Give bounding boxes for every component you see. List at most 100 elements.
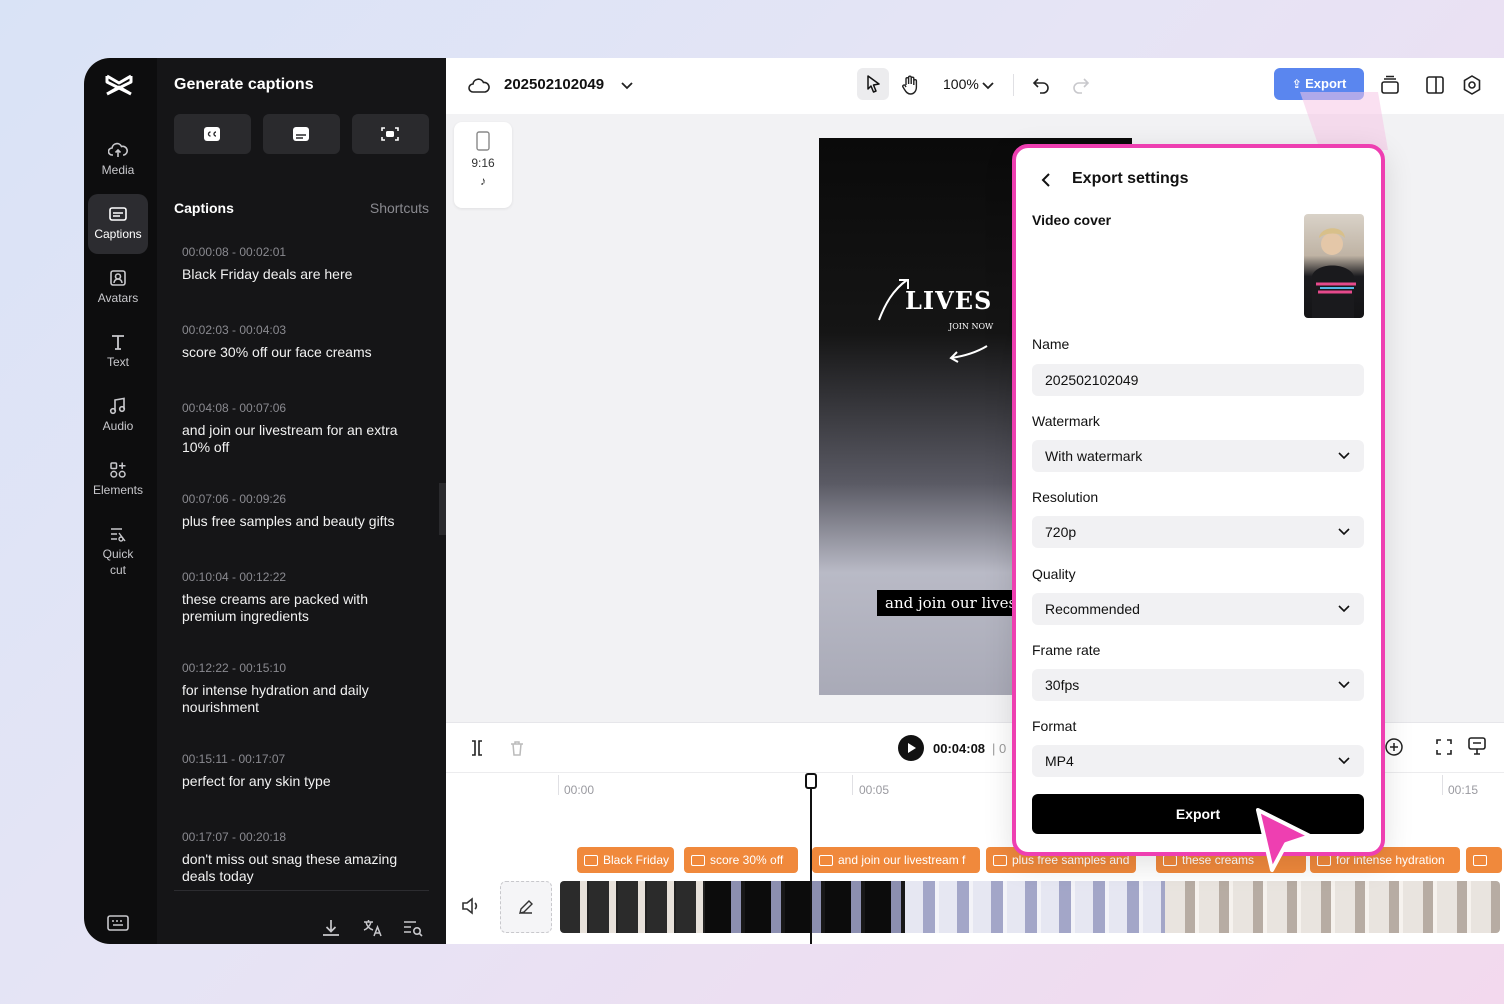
chevron-down-icon[interactable] [620, 75, 634, 97]
scan-captions-button[interactable] [352, 114, 429, 154]
cloud-upload-icon [108, 142, 128, 157]
name-label: Name [1032, 336, 1070, 352]
caption-item[interactable]: 00:10:04 - 00:12:22 these creams are pac… [174, 557, 429, 648]
nav-label-avatars: Avatars [97, 291, 139, 305]
nav-item-elements[interactable]: Elements [88, 450, 148, 510]
panel-footer-divider [174, 890, 429, 891]
chevron-down-icon [1338, 757, 1350, 765]
caption-text[interactable]: these creams are packed with premium ing… [182, 591, 421, 625]
caption-clip[interactable]: Black Friday [577, 847, 674, 873]
framerate-label: Frame rate [1032, 642, 1101, 658]
quality-value: Recommended [1045, 601, 1140, 617]
shortcuts-link[interactable]: Shortcuts [370, 200, 429, 216]
video-track[interactable] [560, 881, 1500, 933]
nav-item-audio[interactable]: Audio [88, 386, 148, 446]
nav-item-media[interactable]: Media [88, 130, 148, 190]
volume-icon[interactable] [460, 895, 482, 917]
caption-text[interactable]: for intense hydration and daily nourishm… [182, 682, 421, 716]
format-select[interactable]: MP4 [1032, 745, 1364, 777]
nav-item-captions[interactable]: Captions [88, 194, 148, 254]
zoom-chevron-icon[interactable] [981, 75, 995, 97]
caption-item[interactable]: 00:04:08 - 00:07:06 and join our livestr… [174, 388, 429, 479]
quality-label: Quality [1032, 566, 1076, 582]
split-icon[interactable] [468, 739, 486, 757]
caption-text[interactable]: don't miss out snag these amazing deals … [182, 851, 421, 885]
video-subtitle: and join our lives [877, 590, 1025, 616]
toolbar-divider [1013, 74, 1014, 96]
captions-section-title: Captions [174, 200, 234, 216]
quality-select[interactable]: Recommended [1032, 593, 1364, 625]
zoom-level[interactable]: 100% [943, 76, 979, 92]
playhead[interactable] [810, 775, 812, 944]
panel-title: Generate captions [174, 76, 314, 93]
current-time: 00:04:08 [933, 741, 986, 756]
caption-text[interactable]: and join our livestream for an extra 10%… [182, 422, 421, 456]
caption-text[interactable]: plus free samples and beauty gifts [182, 513, 421, 530]
auto-captions-button[interactable] [174, 114, 251, 154]
callout-connector [1300, 92, 1388, 150]
video-cover-label: Video cover [1032, 212, 1112, 228]
manual-captions-button[interactable] [263, 114, 340, 154]
caption-item[interactable]: 00:12:22 - 00:15:10 for intense hydratio… [174, 648, 429, 739]
cover-person-image [1312, 228, 1356, 318]
avatar-icon [110, 270, 126, 286]
project-name[interactable]: 202502102049 [504, 76, 604, 93]
video-clip-thumbnails [560, 881, 705, 933]
cc-icon [204, 127, 220, 141]
delete-icon[interactable] [508, 739, 526, 757]
caption-item[interactable]: 00:00:08 - 00:02:01 Black Friday deals a… [174, 232, 429, 310]
caption-text[interactable]: score 30% off our face creams [182, 344, 421, 361]
framerate-select[interactable]: 30fps [1032, 669, 1364, 701]
video-clip-thumbnails [705, 881, 905, 933]
fullscreen-icon[interactable] [1434, 737, 1454, 757]
nav-label-media: Media [101, 163, 135, 177]
settings-icon[interactable] [1461, 74, 1483, 96]
caption-item[interactable]: 00:02:03 - 00:04:03 score 30% off our fa… [174, 310, 429, 388]
video-heading: LIVES [905, 286, 993, 315]
chevron-down-icon [1338, 452, 1350, 460]
caption-item[interactable]: 00:17:07 - 00:20:18 don't miss out snag … [174, 817, 429, 885]
name-input[interactable]: 202502102049 [1032, 364, 1364, 396]
cloud-sync-icon[interactable] [468, 75, 490, 97]
nav-item-avatars[interactable]: Avatars [88, 258, 148, 318]
undo-icon[interactable] [1030, 74, 1052, 96]
caption-clip[interactable]: and join our livestream f [812, 847, 980, 873]
ruler-tick [558, 775, 559, 795]
video-cover-thumbnail[interactable] [1304, 214, 1364, 318]
resolution-label: Resolution [1032, 489, 1099, 505]
zoom-in-icon[interactable] [1384, 737, 1404, 757]
video-clip-thumbnails [1165, 881, 1500, 933]
caption-clip[interactable] [1466, 847, 1502, 873]
back-chevron-icon[interactable] [1038, 172, 1054, 188]
select-tool-button[interactable] [857, 68, 889, 100]
nav-item-text[interactable]: Text [88, 322, 148, 382]
play-button[interactable] [898, 735, 924, 761]
ruler-tick [852, 775, 853, 795]
caption-time: 00:10:04 - 00:12:22 [182, 570, 287, 584]
layout-panel-icon[interactable] [1424, 74, 1446, 96]
translate-icon[interactable] [362, 918, 384, 938]
aspect-ratio-card[interactable]: 9:16 ♪ [454, 122, 512, 208]
arrow-left-doodle-icon [949, 345, 988, 363]
hand-tool-icon[interactable] [899, 74, 921, 96]
playhead-handle[interactable] [805, 773, 817, 789]
watermark-select[interactable]: With watermark [1032, 440, 1364, 472]
cover-edit-button[interactable] [500, 881, 552, 933]
search-replace-icon[interactable] [402, 918, 424, 938]
caption-text[interactable]: Black Friday deals are here [182, 266, 421, 283]
captions-icon [109, 207, 127, 221]
watermark-label: Watermark [1032, 413, 1100, 429]
chevron-down-icon [1338, 528, 1350, 536]
caption-item[interactable]: 00:15:11 - 00:17:07 perfect for any skin… [174, 739, 429, 817]
capcut-logo-icon [105, 74, 133, 96]
resolution-select[interactable]: 720p [1032, 516, 1364, 548]
caption-time: 00:15:11 - 00:17:07 [182, 752, 286, 766]
caption-text[interactable]: perfect for any skin type [182, 773, 421, 790]
redo-icon[interactable] [1070, 74, 1092, 96]
nav-item-quick-cut[interactable]: Quick cut [88, 514, 148, 586]
feedback-icon[interactable] [1466, 735, 1488, 757]
caption-item[interactable]: 00:07:06 - 00:09:26 plus free samples an… [174, 479, 429, 557]
caption-clip[interactable]: score 30% off [684, 847, 798, 873]
keyboard-icon[interactable] [106, 912, 130, 934]
download-icon[interactable] [320, 918, 342, 938]
